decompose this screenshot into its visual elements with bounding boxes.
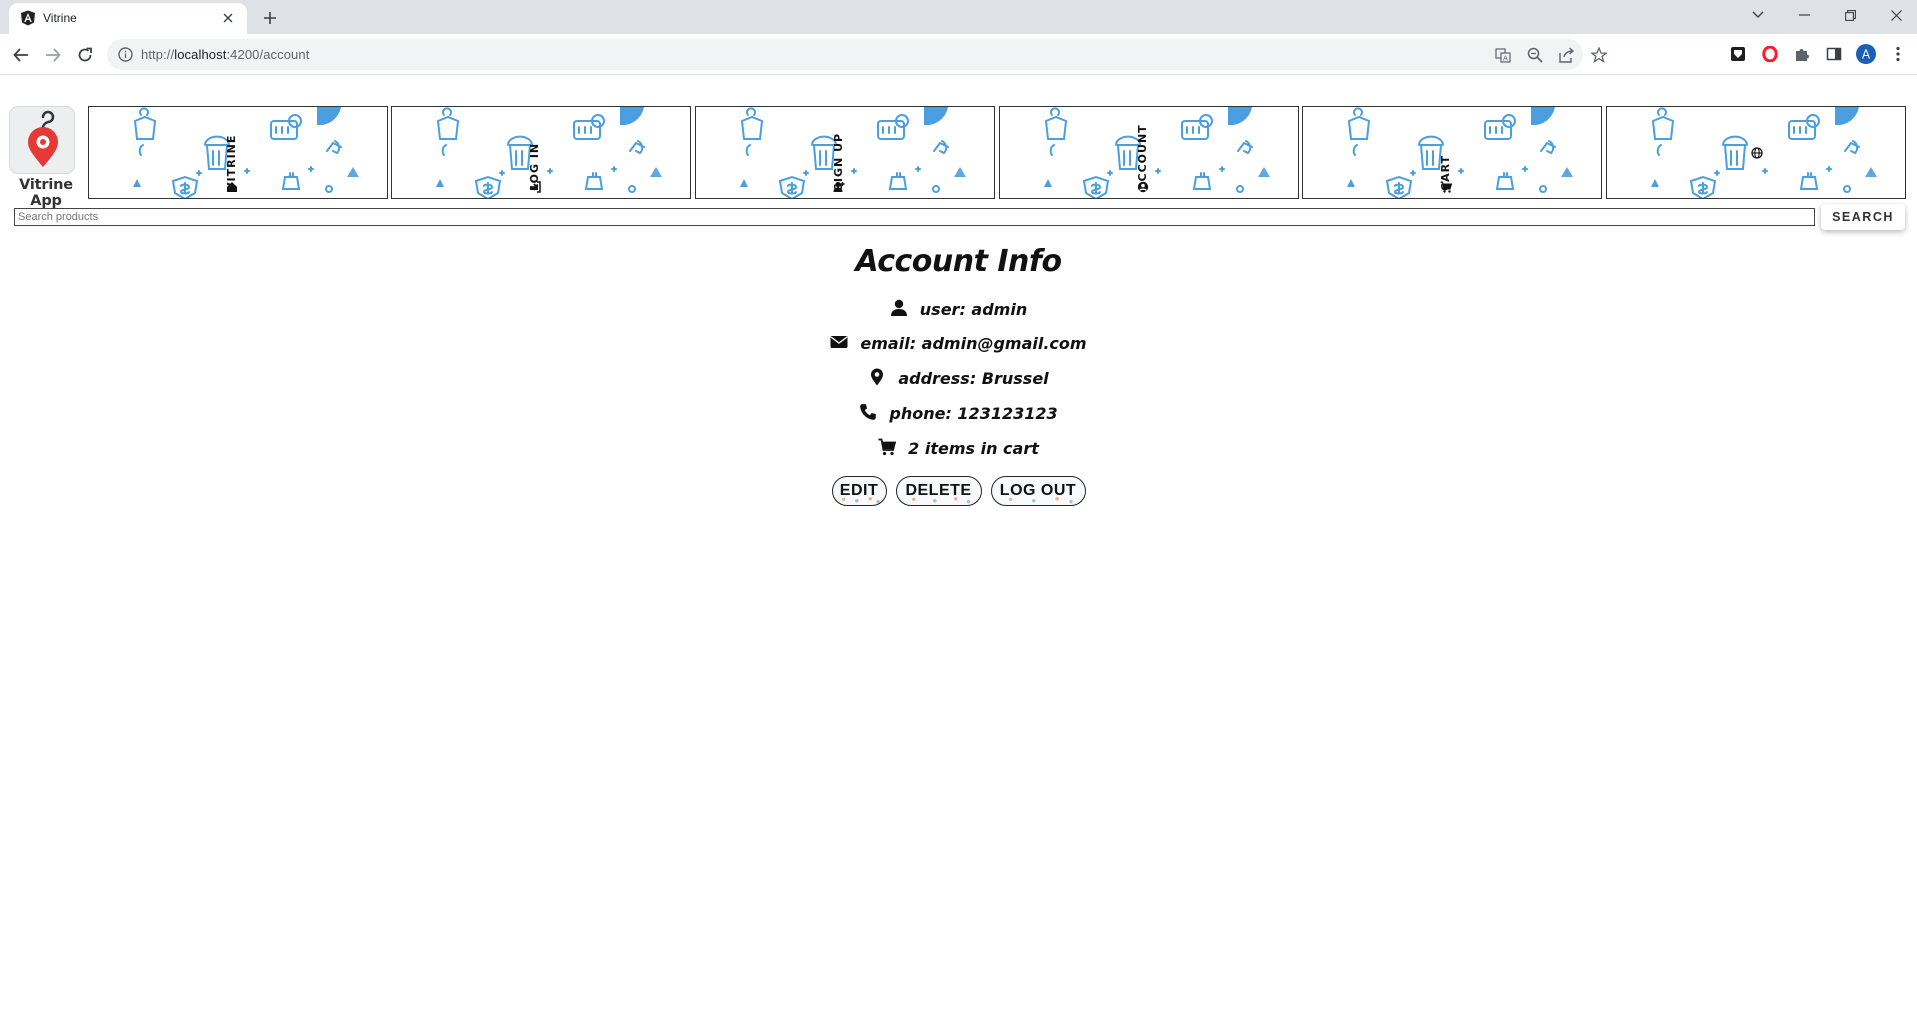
bookmark-star-icon[interactable] <box>1590 46 1607 63</box>
nav-tile-label-wrap: LOG IN <box>528 111 542 195</box>
nav-tile-language[interactable] <box>1606 106 1906 199</box>
site-info-icon[interactable] <box>117 46 134 63</box>
nav-tile-vitrine[interactable]: VITRINE <box>88 106 388 199</box>
search-button[interactable]: SEARCH <box>1821 204 1905 230</box>
logo-tile <box>9 106 75 174</box>
login-icon <box>530 181 541 193</box>
forward-icon[interactable] <box>40 42 66 68</box>
envelope-icon <box>830 336 848 348</box>
browser-toolbar: http://localhost:4200/account A A <box>0 34 1917 75</box>
opera-icon[interactable] <box>1760 44 1780 64</box>
cart-text: 2 items in cart <box>908 439 1039 458</box>
logo-label: Vitrine App <box>19 177 73 209</box>
reload-icon[interactable] <box>72 42 98 68</box>
browser-tab[interactable]: Vitrine <box>9 3 247 34</box>
zoom-icon[interactable] <box>1526 46 1543 63</box>
new-tab-icon[interactable] <box>258 6 282 30</box>
close-window-icon[interactable] <box>1873 0 1917 30</box>
back-icon[interactable] <box>8 42 34 68</box>
minimize-icon[interactable] <box>1781 0 1827 30</box>
nav-tile-label-wrap: SIGN UP <box>832 111 846 195</box>
app-logo[interactable]: Vitrine App <box>4 106 86 209</box>
tab-search-icon[interactable] <box>1735 0 1781 30</box>
user-circle-icon <box>1137 181 1149 193</box>
cart-icon <box>878 438 897 456</box>
share-icon[interactable] <box>1558 46 1575 63</box>
phone-row: phone: 123123123 <box>0 403 1917 423</box>
tab-title: Vitrine <box>43 11 77 25</box>
angular-icon <box>21 10 35 26</box>
logout-button[interactable]: LOG OUT <box>990 476 1086 506</box>
location-hanger-icon <box>28 110 58 167</box>
svg-text:A: A <box>1862 48 1871 62</box>
home-icon <box>227 182 237 192</box>
address-bar[interactable]: http://localhost:4200/account A <box>107 39 1607 70</box>
svg-text:A: A <box>1503 54 1508 62</box>
extensions-puzzle-icon[interactable] <box>1792 44 1812 64</box>
nav-tile-cart[interactable]: CART <box>1302 106 1602 199</box>
edit-button[interactable]: EDIT <box>831 476 887 506</box>
nav-tile-label-wrap: CART <box>1439 111 1453 195</box>
phone-icon <box>860 404 877 420</box>
address-text: address: Brussel <box>898 369 1049 388</box>
email-row: email: admin@gmail.com <box>0 333 1917 353</box>
nav-tile-label-wrap: ACCOUNT <box>1136 111 1150 195</box>
profile-avatar[interactable]: A <box>1856 44 1876 64</box>
globe-icon <box>1751 147 1763 159</box>
browser-menu-icon[interactable] <box>1888 44 1908 64</box>
extension-shield-icon[interactable] <box>1728 44 1748 64</box>
page-title: Account Info <box>855 244 1062 279</box>
phone-text: phone: 123123123 <box>889 404 1058 423</box>
email-text: email: admin@gmail.com <box>860 334 1087 353</box>
user-row: user: admin <box>0 299 1917 319</box>
account-actions: EDIT DELETE LOG OUT <box>0 476 1917 506</box>
map-marker-icon <box>871 368 884 386</box>
browser-tabstrip: Vitrine <box>0 0 1917 34</box>
cart-icon <box>1440 181 1452 193</box>
search-input[interactable] <box>14 208 1815 226</box>
nav-tile-log-in[interactable]: LOG IN <box>391 106 691 199</box>
address-row: address: Brussel <box>0 368 1917 388</box>
delete-button[interactable]: DELETE <box>895 476 982 506</box>
nav-tile-sign-up[interactable]: SIGN UP <box>695 106 995 199</box>
url-text: http://localhost:4200/account <box>141 47 310 62</box>
close-tab-icon[interactable] <box>219 9 237 27</box>
cart-row: 2 items in cart <box>0 438 1917 458</box>
user-text: user: admin <box>919 300 1028 319</box>
side-panel-icon[interactable] <box>1824 44 1844 64</box>
restore-icon[interactable] <box>1827 0 1873 30</box>
nav-tile-label-wrap: VITRINE <box>225 111 239 195</box>
account-panel: Account Info <box>0 244 1917 279</box>
translate-icon[interactable]: A <box>1494 46 1511 63</box>
nav-tile-account[interactable]: ACCOUNT <box>999 106 1299 199</box>
user-icon <box>890 299 907 316</box>
user-plus-icon <box>833 181 845 192</box>
